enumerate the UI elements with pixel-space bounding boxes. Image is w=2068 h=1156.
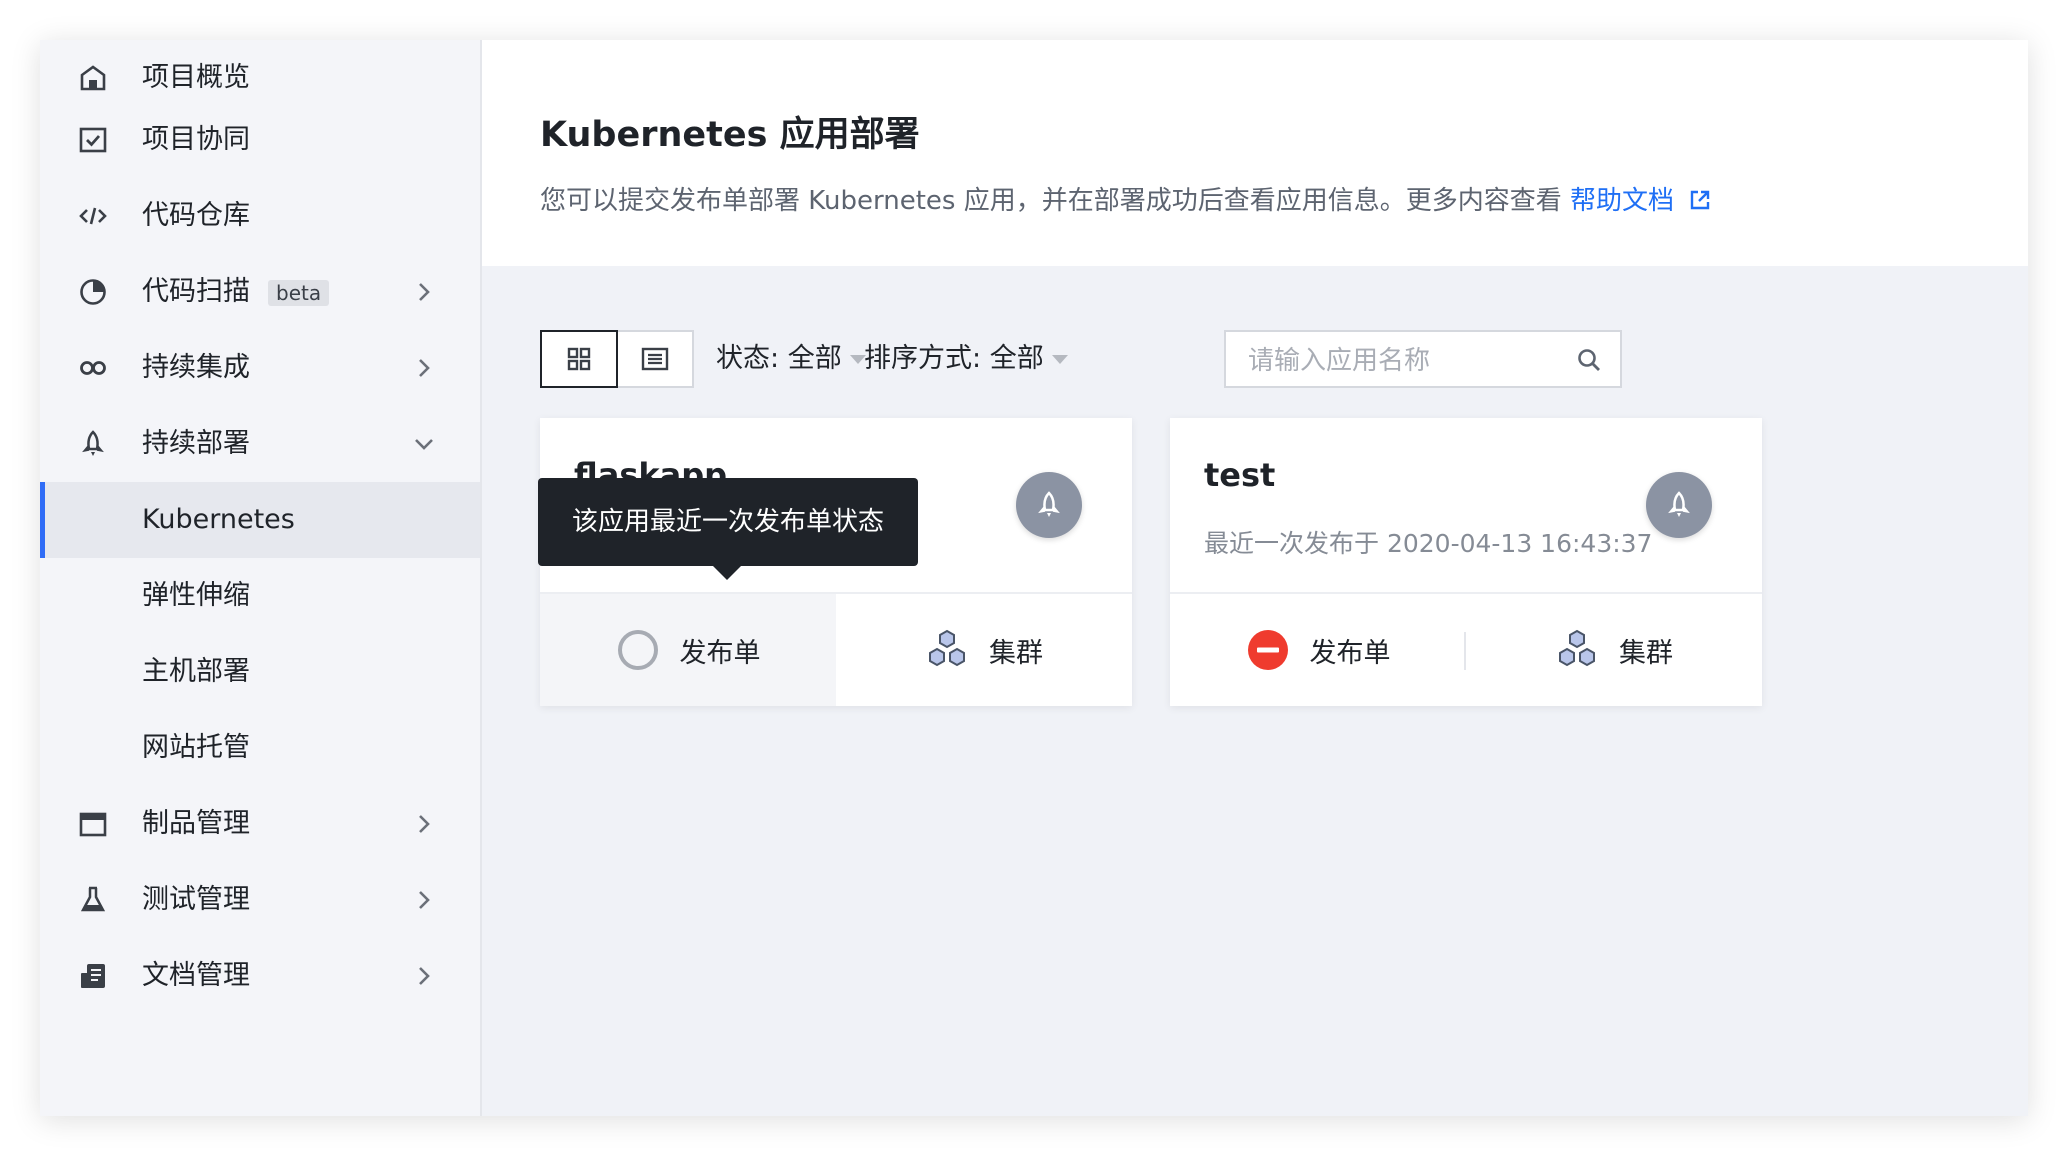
checkbox-icon xyxy=(78,125,108,155)
cluster-icon xyxy=(925,628,969,672)
cluster-button[interactable]: 集群 xyxy=(836,594,1132,706)
last-release-time: 最近一次发布于 2020-04-13 16:43:37 xyxy=(1204,529,1653,558)
sidebar-item-autoscaling[interactable]: 弹性伸缩 xyxy=(40,558,480,634)
deploy-rocket-icon xyxy=(1646,472,1712,538)
page-description: 您可以提交发布单部署 Kubernetes 应用，并在部署成功后查看应用信息。更… xyxy=(540,180,1712,217)
home-icon xyxy=(78,63,108,93)
description-text: 您可以提交发布单部署 Kubernetes 应用，并在部署成功后查看应用信息。更… xyxy=(540,186,1570,216)
cluster-button[interactable]: 集群 xyxy=(1466,594,1762,706)
view-toggle xyxy=(540,330,696,388)
cluster-label: 集群 xyxy=(1619,637,1673,669)
deploy-rocket-icon xyxy=(1016,472,1082,538)
sidebar-item-docs[interactable]: 文档管理 xyxy=(40,938,480,1014)
release-orders-button[interactable]: 发布单 xyxy=(1170,594,1466,706)
sidebar-item-testing[interactable]: 测试管理 xyxy=(40,862,480,938)
cluster-icon xyxy=(1555,628,1599,672)
sidebar-item-label: 项目协同 xyxy=(142,124,250,155)
chevron-right-icon xyxy=(419,815,430,833)
app-window: 项目概览 项目协同 代码仓库 代码扫描 beta 持续集成 持续部署 Kuber… xyxy=(40,40,2028,1116)
chevron-down-icon xyxy=(415,439,433,450)
scan-icon xyxy=(78,277,108,307)
help-link-label: 帮助文档 xyxy=(1569,186,1674,216)
status-filter-value: 全部 xyxy=(787,343,842,374)
cluster-label: 集群 xyxy=(989,637,1043,669)
grid-icon xyxy=(567,347,591,371)
release-orders-button[interactable]: 发布单 xyxy=(540,594,836,706)
sidebar-item-label: Kubernetes xyxy=(142,504,295,535)
release-status-failed-icon xyxy=(1246,628,1290,672)
sidebar-item-label: 测试管理 xyxy=(142,884,250,915)
sort-filter-value: 全部 xyxy=(989,343,1044,374)
page-header: Kubernetes 应用部署 您可以提交发布单部署 Kubernetes 应用… xyxy=(482,40,2028,266)
sidebar-item-code-repo[interactable]: 代码仓库 xyxy=(40,178,480,254)
search-box xyxy=(1224,330,1622,388)
sort-filter-label: 排序方式: xyxy=(864,343,982,374)
code-icon xyxy=(78,201,108,231)
sidebar-item-label: 弹性伸缩 xyxy=(142,580,250,611)
release-status-none-icon xyxy=(616,628,660,672)
chevron-right-icon xyxy=(419,967,430,985)
sidebar-item-host-deploy[interactable]: 主机部署 xyxy=(40,634,480,710)
sidebar-item-collaboration[interactable]: 项目协同 xyxy=(40,102,480,178)
list-view-button[interactable] xyxy=(616,330,694,388)
release-orders-label: 发布单 xyxy=(679,637,761,669)
flask-icon xyxy=(78,885,108,915)
release-orders-label: 发布单 xyxy=(1309,637,1391,669)
help-docs-link[interactable]: 帮助文档 xyxy=(1570,186,1712,216)
status-filter[interactable]: 状态: 全部 xyxy=(716,330,866,388)
card-footer: 发布单 集群 xyxy=(540,592,1132,706)
sidebar: 项目概览 项目协同 代码仓库 代码扫描 beta 持续集成 持续部署 Kuber… xyxy=(40,40,482,1116)
search-icon[interactable] xyxy=(1576,347,1602,373)
artifact-icon xyxy=(78,809,108,839)
sidebar-item-label: 主机部署 xyxy=(142,656,250,687)
main-content: 状态: 全部 排序方式: 全部 flaskapp 发布单 xyxy=(482,266,2028,1116)
search-input[interactable] xyxy=(1246,340,1560,382)
sidebar-item-label: 持续部署 xyxy=(142,428,250,459)
app-name[interactable]: test xyxy=(1204,456,1275,494)
sidebar-item-label: 网站托管 xyxy=(142,732,250,763)
app-card[interactable]: test 最近一次发布于 2020-04-13 16:43:37 发布单 集群 xyxy=(1170,418,1762,706)
sidebar-item-cd[interactable]: 持续部署 xyxy=(40,406,480,482)
grid-view-button[interactable] xyxy=(540,330,618,388)
chevron-right-icon xyxy=(419,283,430,301)
list-icon xyxy=(641,347,669,371)
sidebar-item-label: 文档管理 xyxy=(142,960,250,991)
sidebar-item-code-scan[interactable]: 代码扫描 beta xyxy=(40,254,480,330)
card-footer: 发布单 集群 xyxy=(1170,592,1762,706)
document-icon xyxy=(78,961,108,991)
beta-badge: beta xyxy=(268,280,330,306)
sidebar-item-ci[interactable]: 持续集成 xyxy=(40,330,480,406)
rocket-icon xyxy=(78,429,108,459)
sidebar-item-kubernetes[interactable]: Kubernetes xyxy=(40,482,480,558)
sidebar-item-label: 持续集成 xyxy=(142,352,250,383)
status-filter-label: 状态: xyxy=(716,343,780,374)
chevron-right-icon xyxy=(419,359,430,377)
sidebar-item-label: 制品管理 xyxy=(142,808,250,839)
sidebar-item-web-hosting[interactable]: 网站托管 xyxy=(40,710,480,786)
caret-down-icon xyxy=(1051,355,1068,364)
page-title: Kubernetes 应用部署 xyxy=(540,115,920,155)
chevron-right-icon xyxy=(419,891,430,909)
sidebar-item-label: 代码仓库 xyxy=(142,200,250,231)
sidebar-item-label: 代码扫描 xyxy=(142,276,250,307)
sidebar-item-artifacts[interactable]: 制品管理 xyxy=(40,786,480,862)
release-status-tooltip: 该应用最近一次发布单状态 xyxy=(538,478,918,580)
sort-filter[interactable]: 排序方式: 全部 xyxy=(864,330,1068,388)
external-link-icon xyxy=(1691,190,1710,210)
infinity-icon xyxy=(78,353,108,383)
